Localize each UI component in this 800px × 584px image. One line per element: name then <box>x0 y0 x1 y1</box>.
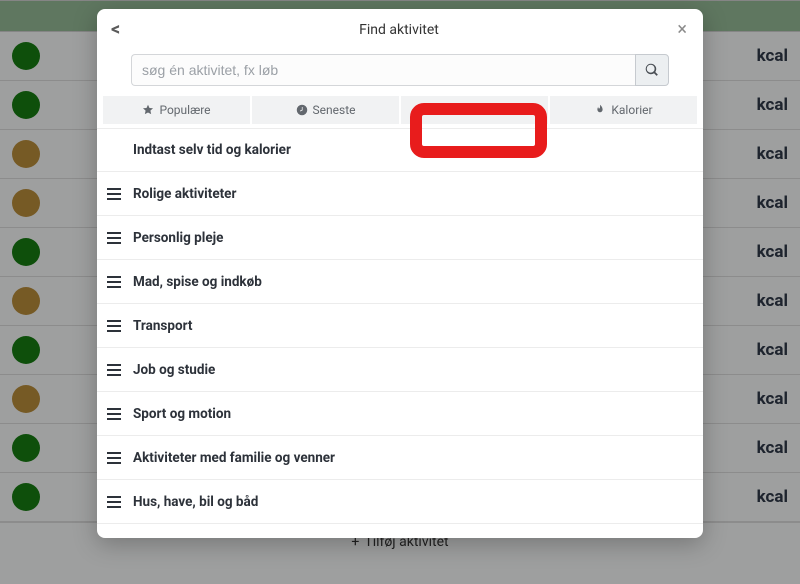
category-item[interactable]: Mad, spise og indkøb <box>97 260 703 304</box>
category-label: Aktiviteter med familie og venner <box>133 450 335 466</box>
category-item[interactable]: Transport <box>97 304 703 348</box>
tab-favorites[interactable]: Favoritter <box>401 96 548 124</box>
search-bar <box>97 48 703 96</box>
search-icon <box>645 63 659 77</box>
category-item[interactable]: Hus, have, bil og båd <box>97 480 703 524</box>
menu-icon <box>107 319 121 332</box>
close-button[interactable]: × <box>663 19 687 40</box>
category-item[interactable]: Indtast selv tid og kalorier <box>97 128 703 172</box>
clock-icon <box>296 104 308 116</box>
modal-header: < Find aktivitet × <box>97 9 703 48</box>
menu-icon <box>107 231 121 244</box>
tab-label: Kalorier <box>611 103 652 117</box>
category-item[interactable]: Ferie <box>97 524 703 538</box>
category-item[interactable]: Rolige aktiviteter <box>97 172 703 216</box>
category-label: Rolige aktiviteter <box>133 186 236 202</box>
category-label: Hus, have, bil og båd <box>133 494 258 510</box>
menu-icon <box>107 187 121 200</box>
search-input[interactable] <box>131 54 635 86</box>
activity-category-list: Indtast selv tid og kalorier Rolige akti… <box>97 124 703 538</box>
category-item[interactable]: Aktiviteter med familie og venner <box>97 436 703 480</box>
category-label: Ferie <box>133 538 163 539</box>
category-label: Job og studie <box>133 362 215 378</box>
star-icon <box>142 104 154 116</box>
category-label: Mad, spise og indkøb <box>133 274 262 290</box>
category-label: Indtast selv tid og kalorier <box>133 142 291 158</box>
flame-icon <box>594 104 606 116</box>
tab-calories[interactable]: Kalorier <box>550 96 697 124</box>
tab-recent[interactable]: Seneste <box>252 96 399 124</box>
tab-label: Seneste <box>313 103 356 117</box>
search-button[interactable] <box>635 54 669 86</box>
modal-title: Find aktivitet <box>135 22 663 38</box>
menu-icon <box>107 407 121 420</box>
tab-label: Favoritter <box>458 103 509 117</box>
category-label: Sport og motion <box>133 406 231 422</box>
tab-bar: Populære Seneste Favoritter Kalorier <box>97 96 703 124</box>
category-item[interactable]: Job og studie <box>97 348 703 392</box>
menu-icon <box>107 495 121 508</box>
category-label: Transport <box>133 318 192 334</box>
menu-icon <box>107 451 121 464</box>
back-button[interactable]: < <box>111 19 135 40</box>
category-label: Personlig pleje <box>133 230 223 246</box>
menu-icon <box>107 275 121 288</box>
tab-popular[interactable]: Populære <box>103 96 250 124</box>
heart-icon <box>441 104 453 116</box>
tab-label: Populære <box>159 103 210 117</box>
category-item[interactable]: Sport og motion <box>97 392 703 436</box>
menu-icon <box>107 363 121 376</box>
find-activity-modal: < Find aktivitet × Populære Seneste Favo… <box>97 9 703 538</box>
category-item[interactable]: Personlig pleje <box>97 216 703 260</box>
